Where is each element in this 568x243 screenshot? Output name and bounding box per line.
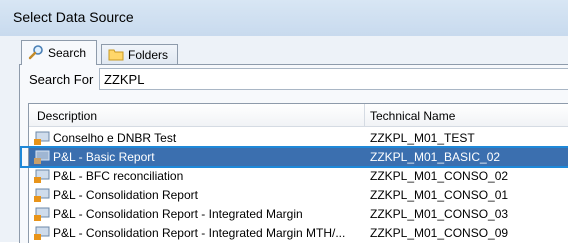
column-separator[interactable] [364,104,365,126]
table-row[interactable]: Conselho e DNBR Test ZZKPL_M01_TEST [29,129,568,147]
table-row[interactable]: P&L - Consolidation Report ZZKPL_M01_CON… [29,186,568,204]
table-row[interactable]: P&L - Consolidation Report - Integrated … [29,205,568,223]
query-icon [34,169,50,183]
row-technical-name: ZZKPL_M01_CONSO_02 [370,169,509,183]
table-row[interactable]: P&L - Consolidation Report - Integrated … [29,224,568,242]
row-technical-name: ZZKPL_M01_CONSO_03 [370,207,509,221]
query-icon [34,150,50,164]
row-technical-name: ZZKPL_M01_TEST [370,131,475,145]
tab-search-label: Search [48,46,87,60]
row-description: P&L - BFC reconciliation [53,169,184,183]
search-input[interactable] [99,68,568,90]
row-description: P&L - Consolidation Report - Integrated … [53,207,303,221]
tab-folders-label: Folders [128,48,169,62]
row-description: P&L - Consolidation Report - Integrated … [53,226,346,240]
window-title: Select Data Source [13,9,134,25]
row-description: P&L - Basic Report [53,150,155,164]
table-row[interactable]: P&L - BFC reconciliation ZZKPL_M01_CONSO… [29,167,568,185]
tab-search[interactable]: Search [21,40,97,65]
row-description: P&L - Consolidation Report [53,188,198,202]
query-icon [34,207,50,221]
column-header-technical-name[interactable]: Technical Name [370,109,455,123]
search-for-label: Search For [29,72,94,87]
query-icon [34,226,50,240]
folder-icon [108,47,124,64]
row-technical-name: ZZKPL_M01_CONSO_01 [370,188,509,202]
column-header-row [29,104,568,127]
row-technical-name: ZZKPL_M01_CONSO_09 [370,226,509,240]
column-header-description[interactable]: Description [37,109,97,123]
title-bar: Select Data Source [0,0,568,36]
row-technical-name: ZZKPL_M01_BASIC_02 [370,150,501,164]
tab-folders[interactable]: Folders [101,44,178,65]
magnifier-icon [28,44,44,63]
query-icon [34,188,50,202]
query-icon [34,131,50,145]
row-description: Conselho e DNBR Test [53,131,177,145]
table-row-selected[interactable]: P&L - Basic Report ZZKPL_M01_BASIC_02 [29,148,568,166]
